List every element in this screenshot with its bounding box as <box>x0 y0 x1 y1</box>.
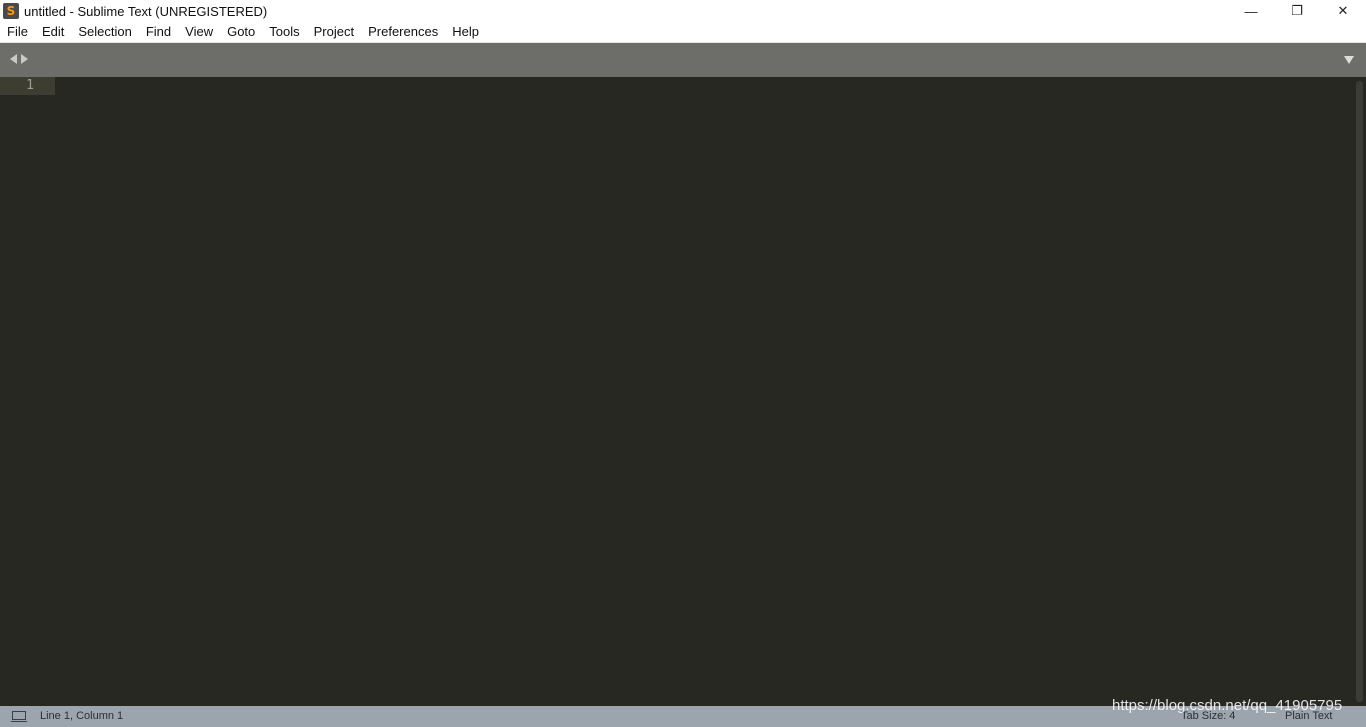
window-controls: — ❐ ✕ <box>1228 0 1366 22</box>
menu-preferences[interactable]: Preferences <box>361 22 445 42</box>
tab-prev-arrow-icon[interactable] <box>10 54 17 64</box>
tab-navigation <box>10 53 28 64</box>
menu-view[interactable]: View <box>178 22 220 42</box>
menu-bar: File Edit Selection Find View Goto Tools… <box>0 22 1366 43</box>
console-toggle-icon[interactable] <box>11 711 27 722</box>
window-title: untitled - Sublime Text (UNREGISTERED) <box>24 3 268 19</box>
menu-goto[interactable]: Goto <box>220 22 262 42</box>
watermark: https://blog.csdn.net/qq_41905795 <box>1112 697 1343 714</box>
sublime-app-icon: S <box>3 3 19 19</box>
close-button[interactable]: ✕ <box>1320 0 1366 22</box>
maximize-button[interactable]: ❐ <box>1274 0 1320 22</box>
tab-next-arrow-icon[interactable] <box>21 54 28 64</box>
menu-find[interactable]: Find <box>139 22 178 42</box>
menu-help[interactable]: Help <box>445 22 486 42</box>
menu-edit[interactable]: Edit <box>35 22 71 42</box>
minimize-button[interactable]: — <box>1228 0 1274 22</box>
tab-bar <box>0 43 1366 77</box>
title-bar: S untitled - Sublime Text (UNREGISTERED)… <box>0 0 1366 22</box>
menu-file[interactable]: File <box>0 22 35 42</box>
menu-project[interactable]: Project <box>307 22 361 42</box>
menu-selection[interactable]: Selection <box>71 22 138 42</box>
tab-list-dropdown-icon[interactable] <box>1344 56 1354 64</box>
vertical-scrollbar[interactable] <box>1356 81 1363 702</box>
cursor-position: Line 1, Column 1 <box>40 710 124 722</box>
editor-area[interactable]: 1 <box>0 77 1366 706</box>
menu-tools[interactable]: Tools <box>262 22 306 42</box>
line-number: 1 <box>0 77 55 95</box>
